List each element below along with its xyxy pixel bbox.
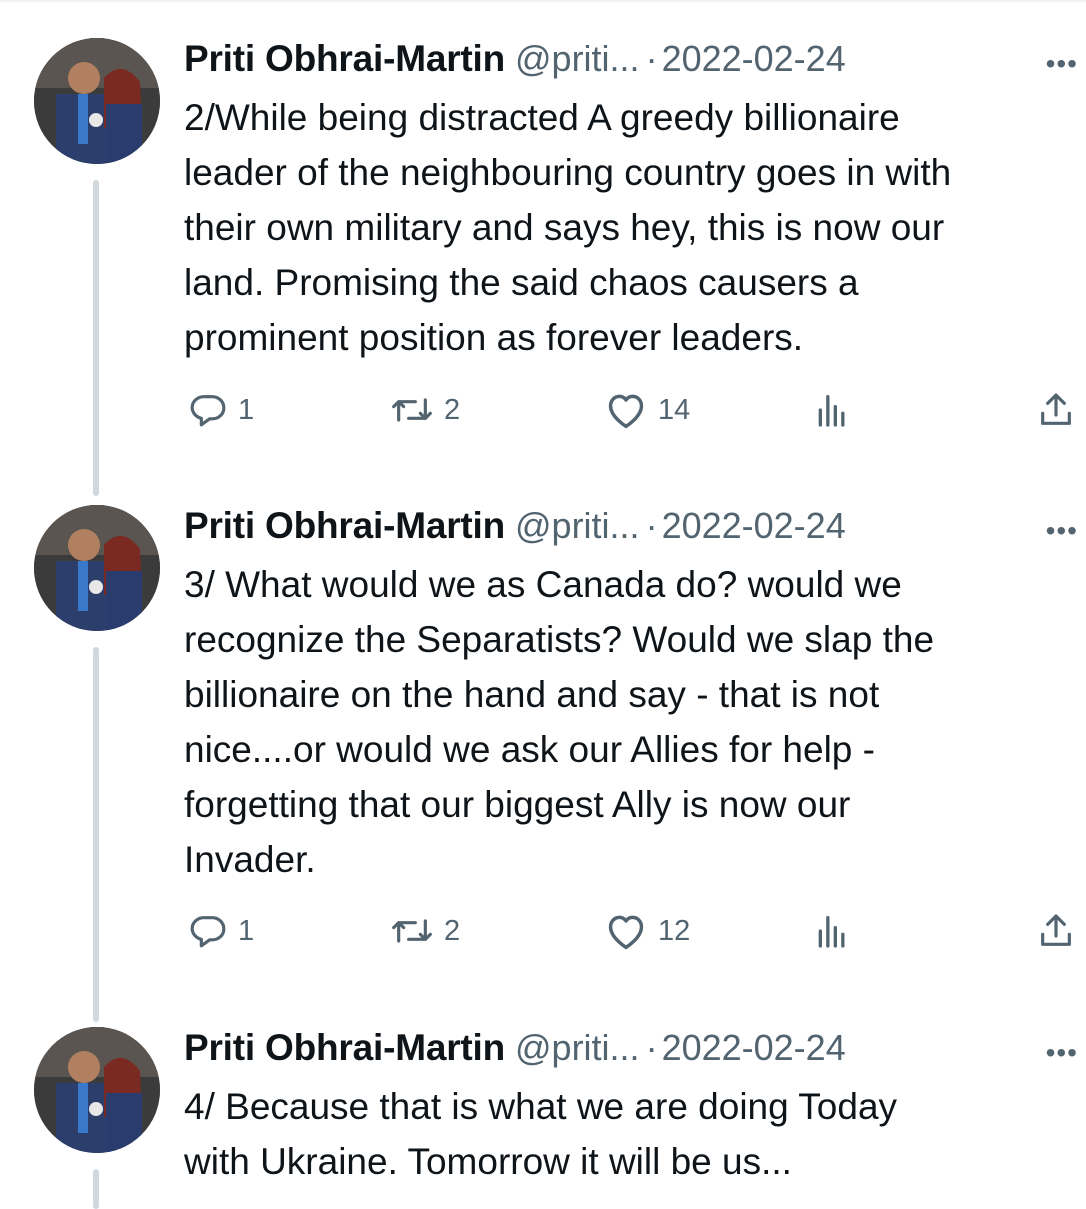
reply-button[interactable]: 1 xyxy=(188,911,254,951)
avatar-photo xyxy=(34,505,160,631)
author-name[interactable]: Priti Obhrai-Martin xyxy=(184,505,505,546)
separator: · xyxy=(645,505,658,546)
author-name[interactable]: Priti Obhrai-Martin xyxy=(184,38,505,79)
like-count: 12 xyxy=(658,914,691,947)
tweet-date[interactable]: 2022-02-24 xyxy=(662,505,846,546)
reply-icon xyxy=(190,395,226,427)
top-divider xyxy=(0,0,1086,8)
tweet-actions: 1 2 12 xyxy=(184,911,1086,957)
retweet-button[interactable]: 2 xyxy=(390,390,460,430)
more-options-icon[interactable]: ••• xyxy=(1046,515,1078,547)
thread-connector xyxy=(93,1169,99,1209)
share-button[interactable] xyxy=(1036,911,1076,951)
author-name[interactable]: Priti Obhrai-Martin xyxy=(184,1027,505,1068)
avatar-photo xyxy=(34,38,160,164)
tweet-header: Priti Obhrai-Martin @priti... · 2022-02-24 … xyxy=(184,38,1086,82)
reply-button[interactable]: 1 xyxy=(188,390,254,430)
retweet-icon xyxy=(392,398,432,422)
thread-connector xyxy=(93,647,99,1022)
tweet-date[interactable]: 2022-02-24 xyxy=(662,1027,846,1068)
avatar[interactable] xyxy=(34,38,160,164)
tweet-header: Priti Obhrai-Martin @priti... · 2022-02-24 … xyxy=(184,505,1086,549)
analytics-icon xyxy=(818,395,845,427)
heart-icon xyxy=(608,394,644,429)
share-button[interactable] xyxy=(1036,390,1076,430)
reply-count: 1 xyxy=(238,393,255,426)
retweet-icon xyxy=(392,919,432,943)
tweet-actions: 1 2 14 xyxy=(184,390,1086,436)
like-button[interactable]: 12 xyxy=(604,911,690,951)
author-handle[interactable]: @priti... xyxy=(515,505,640,546)
views-button[interactable] xyxy=(812,911,852,951)
avatar[interactable] xyxy=(34,505,160,631)
analytics-icon xyxy=(818,916,845,948)
like-count: 14 xyxy=(658,393,691,426)
views-button[interactable] xyxy=(812,390,852,430)
more-options-icon[interactable]: ••• xyxy=(1046,48,1078,80)
retweet-button[interactable]: 2 xyxy=(390,911,460,951)
author-handle[interactable]: @priti... xyxy=(515,1027,640,1068)
retweet-count: 2 xyxy=(444,393,461,426)
thread-connector xyxy=(93,180,99,496)
tweet-text: 3/ What would we as Canada do? would we … xyxy=(184,564,935,880)
author-handle[interactable]: @priti... xyxy=(515,38,640,79)
tweet-header: Priti Obhrai-Martin @priti... · 2022-02-24 … xyxy=(184,1027,1086,1071)
tweet-text: 4/ Because that is what we are doing Tod… xyxy=(184,1086,898,1182)
separator: · xyxy=(645,38,658,79)
reply-icon xyxy=(190,916,226,948)
share-icon xyxy=(1041,393,1071,425)
heart-icon xyxy=(608,915,644,950)
separator: · xyxy=(645,1027,658,1068)
more-options-icon[interactable]: ••• xyxy=(1046,1037,1078,1069)
share-icon xyxy=(1041,914,1071,946)
like-button[interactable]: 14 xyxy=(604,390,690,430)
avatar-photo xyxy=(34,1027,160,1153)
tweet-text: 2/While being distracted A greedy billio… xyxy=(184,97,952,358)
avatar[interactable] xyxy=(34,1027,160,1153)
tweet-date[interactable]: 2022-02-24 xyxy=(662,38,846,79)
reply-count: 1 xyxy=(238,914,255,947)
retweet-count: 2 xyxy=(444,914,461,947)
